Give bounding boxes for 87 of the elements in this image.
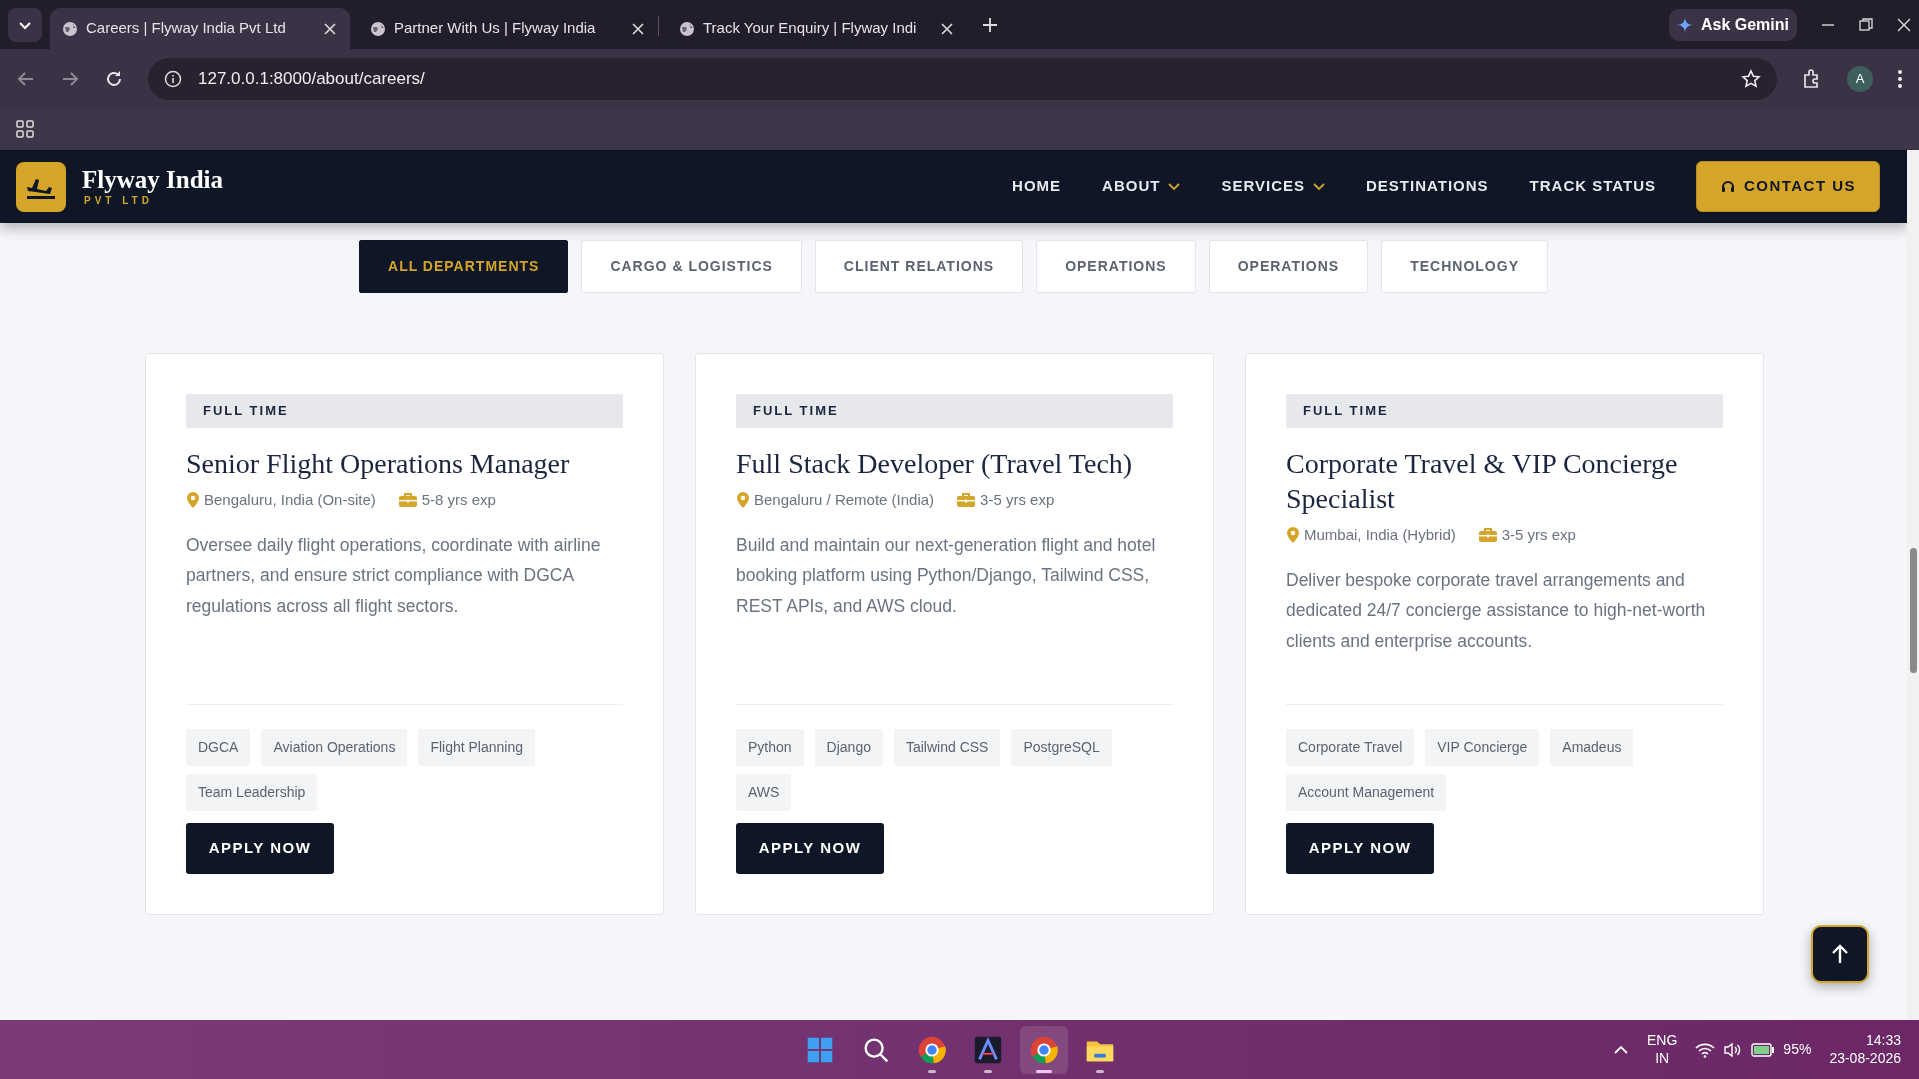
department-filter-tab[interactable]: OPERATIONS xyxy=(1036,240,1196,293)
apply-now-button[interactable]: APPLY NOW xyxy=(736,823,884,874)
briefcase-icon xyxy=(397,492,418,509)
close-icon[interactable] xyxy=(939,20,955,37)
skill-tag: Corporate Travel xyxy=(1286,729,1415,766)
department-filter-tab[interactable]: ALL DEPARTMENTS xyxy=(359,240,569,293)
location-pin-icon xyxy=(736,492,750,509)
location-pin-icon xyxy=(186,492,200,509)
job-type-label: FULL TIME xyxy=(1286,394,1723,428)
address-bar[interactable]: 127.0.0.1:8000/about/careers/ xyxy=(148,57,1777,100)
skill-tag: Amadeus xyxy=(1550,729,1634,766)
clock-time[interactable]: 14:33 xyxy=(1865,1032,1901,1050)
scrollbar[interactable] xyxy=(1907,150,1919,1020)
contact-us-button[interactable]: CONTACT US xyxy=(1696,161,1880,212)
apply-now-button[interactable]: APPLY NOW xyxy=(186,823,334,874)
job-location: Bengaluru / Remote (India) xyxy=(754,490,935,510)
battery-icon[interactable] xyxy=(1751,1042,1776,1057)
skill-tag: PostgreSQL xyxy=(1011,729,1112,766)
job-experience: 5-8 yrs exp xyxy=(421,490,496,510)
more-icon[interactable] xyxy=(1897,68,1903,89)
apply-now-button[interactable]: APPLY NOW xyxy=(1286,823,1434,874)
chevron-up-icon[interactable] xyxy=(1613,1044,1629,1055)
briefcase-icon xyxy=(956,492,977,509)
job-title: Corporate Travel & VIP Concierge Specialist xyxy=(1286,447,1679,516)
job-location: Mumbai, India (Hybrid) xyxy=(1304,525,1456,545)
skill-tag: AWS xyxy=(736,774,792,811)
wifi-icon[interactable] xyxy=(1695,1041,1716,1058)
skill-tag: Team Leadership xyxy=(186,774,318,811)
headset-icon xyxy=(1719,178,1736,195)
language-indicator[interactable]: ENG xyxy=(1647,1032,1678,1050)
job-title: Full Stack Developer (Travel Tech) xyxy=(736,447,1134,481)
department-filter-tab[interactable]: CARGO & LOGISTICS xyxy=(581,240,802,293)
job-experience: 3-5 yrs exp xyxy=(980,490,1055,510)
location-pin-icon xyxy=(1286,527,1300,544)
profile-avatar[interactable]: A xyxy=(1847,65,1873,92)
brand-name[interactable]: Flyway India xyxy=(82,167,223,192)
scrollbar-thumb[interactable] xyxy=(1910,548,1917,673)
close-icon[interactable] xyxy=(322,20,338,37)
close-icon[interactable] xyxy=(630,20,646,37)
tab-search-icon[interactable] xyxy=(8,8,42,42)
skill-tag: Aviation Operations xyxy=(261,729,408,766)
nav-link[interactable]: TRACK STATUS xyxy=(1529,175,1656,198)
nav-link[interactable]: DESTINATIONS xyxy=(1366,175,1489,198)
battery-percentage[interactable]: 95% xyxy=(1783,1040,1812,1059)
skill-tag: VIP Concierge xyxy=(1425,729,1540,766)
new-tab-icon[interactable] xyxy=(981,16,999,34)
clock-date[interactable]: 23-08-2026 xyxy=(1829,1049,1901,1067)
url-text: 127.0.0.1:8000/about/careers/ xyxy=(198,67,426,90)
job-description: Deliver bespoke corporate travel arrangements and dedicated 24/7 concierge assistance to high-net-worth clients and enterprise accounts. xyxy=(1286,568,1707,653)
region-indicator[interactable]: IN xyxy=(1655,1049,1670,1067)
browser-tab[interactable]: Careers | Flyway India Pvt Ltd xyxy=(50,8,350,49)
skill-tag: Python xyxy=(736,729,804,766)
apps-grid-icon[interactable] xyxy=(16,120,34,138)
department-filter-tab[interactable]: CLIENT RELATIONS xyxy=(814,240,1024,293)
nav-link[interactable]: SERVICES xyxy=(1221,175,1325,198)
brand-tagline: PVT LTD xyxy=(83,196,154,206)
globe-icon xyxy=(62,20,78,37)
nav-link[interactable]: HOME xyxy=(1012,175,1062,198)
briefcase-icon xyxy=(1477,527,1498,544)
arrow-up-icon xyxy=(1831,944,1849,964)
nav-link[interactable]: ABOUT xyxy=(1102,175,1181,198)
job-type-label: FULL TIME xyxy=(736,394,1173,428)
browser-tab[interactable]: Partner With Us | Flyway India xyxy=(358,8,658,49)
back-to-top-button[interactable] xyxy=(1811,925,1869,983)
skill-tag: Account Management xyxy=(1286,774,1447,811)
skill-tag: DGCA xyxy=(186,729,251,766)
star-icon[interactable] xyxy=(1741,68,1761,89)
job-title: Senior Flight Operations Manager xyxy=(186,447,571,481)
taskbar-app[interactable] xyxy=(1020,1025,1068,1074)
globe-icon xyxy=(679,20,695,37)
job-description: Oversee daily flight operations, coordinate with airline partners, and ensure strict compliance with DGCA regulations across all flight sectors. xyxy=(186,533,602,618)
logo-icon[interactable] xyxy=(16,161,66,212)
skill-tag: Django xyxy=(814,729,883,766)
department-filter-tab[interactable]: OPERATIONS xyxy=(1208,240,1369,293)
skill-tag: Flight Planning xyxy=(418,729,535,766)
job-description: Build and maintain our next-generation flight and hotel booking platform using Python/Django, Tailwind CSS, REST APIs, and AWS cloud. xyxy=(736,533,1157,618)
job-location: Bengaluru, India (On-site) xyxy=(204,490,376,510)
close-icon[interactable] xyxy=(1897,17,1911,32)
job-experience: 3-5 yrs exp xyxy=(1501,525,1576,545)
ask-gemini-button[interactable]: Ask Gemini xyxy=(1668,8,1797,41)
skill-tag: Tailwind CSS xyxy=(893,729,1001,766)
department-filter-tab[interactable]: TECHNOLOGY xyxy=(1381,240,1548,293)
globe-icon xyxy=(370,20,386,37)
restore-icon[interactable] xyxy=(1859,17,1873,32)
info-icon xyxy=(164,69,182,88)
job-type-label: FULL TIME xyxy=(186,394,623,428)
browser-tab[interactable]: Track Your Enquiry | Flyway Indi xyxy=(667,8,967,49)
